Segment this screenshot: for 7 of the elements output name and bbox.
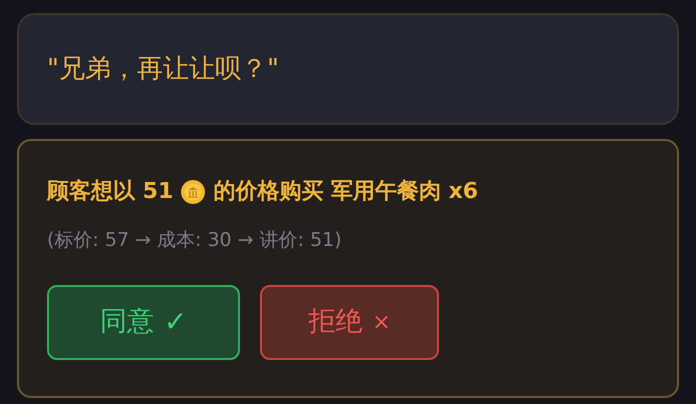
price-detail: (标价: 57 → 成本: 30 → 讲价: 51) [47, 228, 343, 253]
accept-button[interactable]: 同意 ✓ [47, 284, 240, 360]
offer-text: 的价格购买 军用午餐肉 x6 [213, 178, 478, 206]
reject-button[interactable]: 拒绝 × [260, 284, 439, 360]
coin-icon [180, 178, 206, 204]
customer-quote: "兄弟，再让让呗？" [47, 52, 279, 86]
offer-text: 顾客想以 51 [47, 178, 174, 206]
